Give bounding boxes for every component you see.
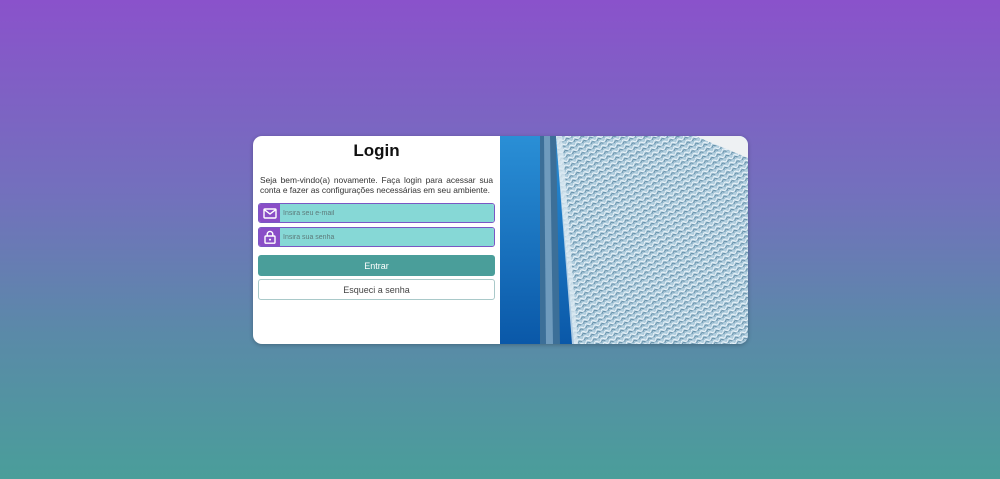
email-field [258,203,495,223]
building-image [500,136,748,344]
login-submit-button[interactable]: Entrar [258,255,495,276]
login-form-panel: Login Seja bem-vindo(a) novamente. Faça … [253,136,500,344]
forgot-password-button[interactable]: Esqueci a senha [258,279,495,300]
login-description: Seja bem-vindo(a) novamente. Faça login … [260,175,493,195]
password-input[interactable] [280,228,494,246]
email-input[interactable] [280,204,494,222]
lock-icon [259,228,280,246]
login-title: Login [353,141,400,160]
login-card: Login Seja bem-vindo(a) novamente. Faça … [253,136,748,344]
envelope-icon [259,204,280,222]
password-field [258,227,495,247]
